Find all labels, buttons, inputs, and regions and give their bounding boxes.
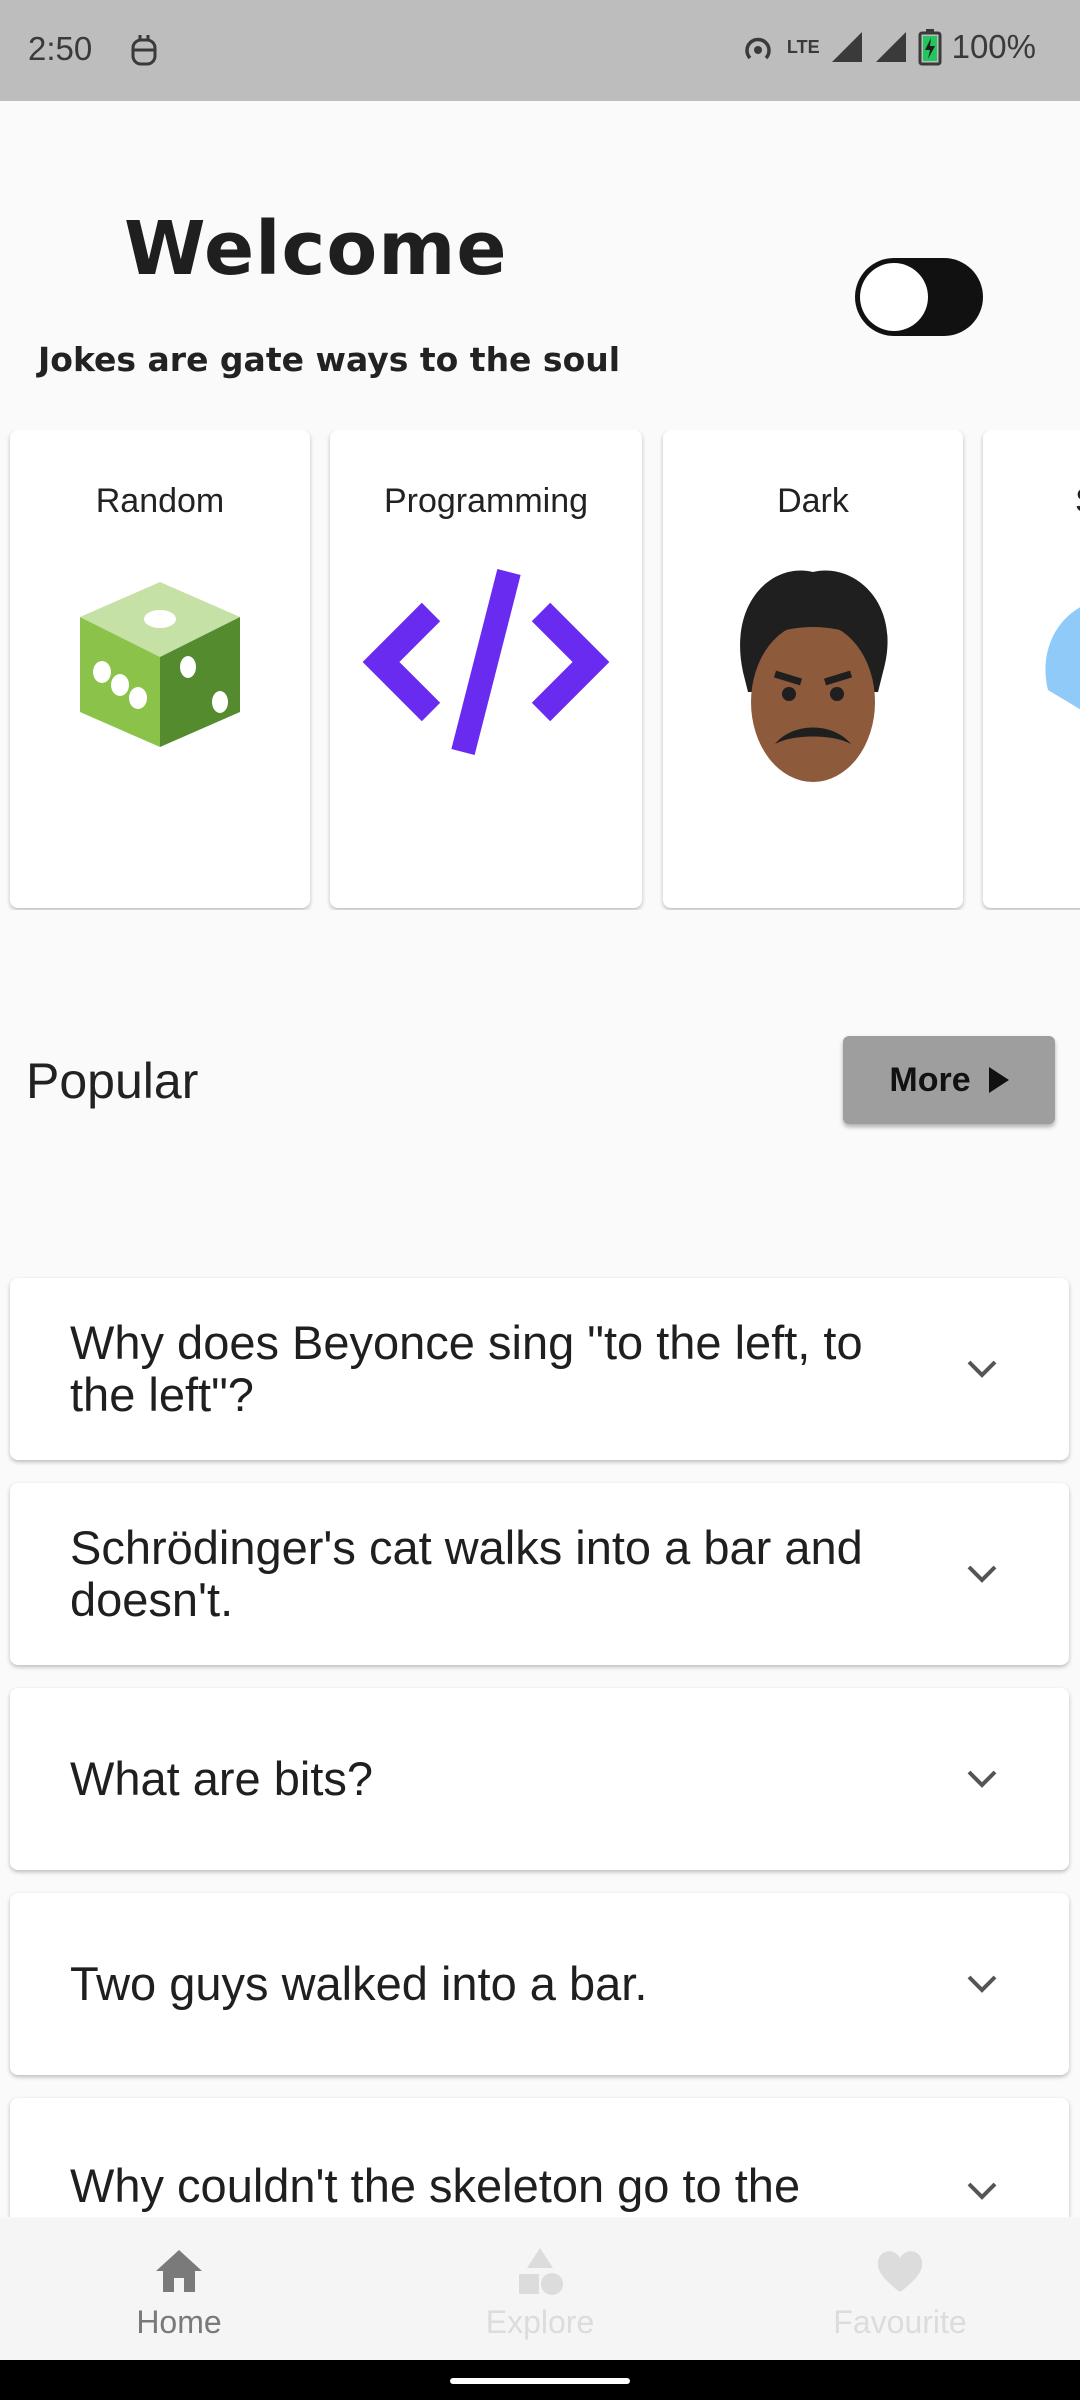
category-label: Programming xyxy=(383,482,589,520)
heart-icon xyxy=(877,2251,923,2292)
nav-favourite[interactable]: Favourite xyxy=(750,2244,1050,2341)
chevron-down-icon[interactable] xyxy=(965,1563,999,1585)
popular-section-title: Popular xyxy=(26,1053,199,1109)
joke-text: Why does Beyonce sing "to the left, to t… xyxy=(70,1316,863,1421)
home-gesture-pill[interactable] xyxy=(450,2378,630,2384)
category-card-random[interactable]: Random xyxy=(10,430,310,908)
nav-label: Explore xyxy=(485,2304,595,2340)
nav-home[interactable]: Home xyxy=(29,2244,329,2341)
signal-icon xyxy=(875,32,906,62)
nav-label: Home xyxy=(136,2304,222,2340)
android-debug-icon xyxy=(131,35,157,66)
joke-item[interactable]: Schrödinger's cat walks into a bar and d… xyxy=(10,1483,1069,1665)
joke-item[interactable]: Two guys walked into a bar. xyxy=(10,1893,1069,2075)
dice-icon xyxy=(80,582,240,747)
play-arrow-icon xyxy=(988,1067,1009,1093)
battery-percent: 100% xyxy=(951,28,1036,65)
category-card-programming[interactable]: Programming xyxy=(330,430,642,908)
spooky-icon xyxy=(1045,607,1080,710)
theme-toggle[interactable] xyxy=(855,258,983,336)
more-button-label: More xyxy=(889,1060,971,1099)
chevron-down-icon[interactable] xyxy=(965,1973,999,1995)
joke-text: What are bits? xyxy=(70,1752,374,1805)
joke-list[interactable]: Why does Beyonce sing "to the left, to t… xyxy=(0,1275,1080,2217)
bottom-navigation: Home Explore Favourite xyxy=(0,2218,1080,2360)
joke-item[interactable]: Why does Beyonce sing "to the left, to t… xyxy=(10,1278,1069,1460)
nav-label: Favourite xyxy=(833,2304,967,2340)
status-time: 2:50 xyxy=(28,30,93,67)
face-icon xyxy=(740,570,888,782)
page-title: Welcome xyxy=(124,206,508,292)
category-card-dark[interactable]: Dark xyxy=(663,430,963,908)
category-card-s[interactable]: S xyxy=(983,430,1080,908)
chevron-down-icon[interactable] xyxy=(965,1768,999,1790)
tagline: Jokes are gate ways to the soul xyxy=(38,340,621,379)
joke-item[interactable]: Why couldn't the skeleton go to the Chri… xyxy=(10,2098,1069,2217)
joke-text: Why couldn't the skeleton go to the Chri… xyxy=(70,2159,801,2218)
nav-explore[interactable]: Explore xyxy=(390,2244,690,2341)
gesture-bar xyxy=(0,2360,1080,2400)
home-icon xyxy=(156,2250,202,2292)
explore-icon xyxy=(519,2248,563,2295)
network-type: LTE xyxy=(786,36,820,57)
joke-item[interactable]: What are bits? xyxy=(10,1688,1069,1870)
category-label: S xyxy=(1075,482,1080,521)
status-bar: 2:50 LTE 100% xyxy=(0,0,1080,101)
hotspot-icon xyxy=(745,37,771,60)
joke-text: Schrödinger's cat walks into a bar and d… xyxy=(70,1521,863,1626)
joke-text: Two guys walked into a bar. xyxy=(70,1957,648,2010)
more-button[interactable]: More xyxy=(843,1036,1055,1124)
toggle-knob xyxy=(860,263,928,331)
category-label: Dark xyxy=(777,482,849,520)
chevron-down-icon[interactable] xyxy=(965,2180,999,2202)
category-carousel[interactable]: Random Programming Dark xyxy=(0,430,1080,910)
battery-icon xyxy=(918,29,942,66)
category-label: Random xyxy=(95,482,225,520)
signal-icon xyxy=(831,32,862,62)
chevron-down-icon[interactable] xyxy=(965,1358,999,1380)
code-icon xyxy=(362,569,610,755)
